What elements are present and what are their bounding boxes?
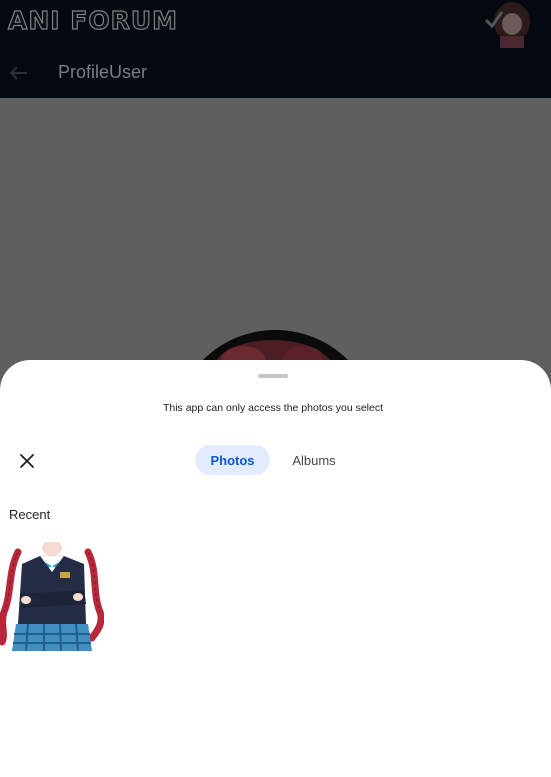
back-arrow-icon[interactable] — [10, 66, 28, 80]
close-icon — [20, 454, 34, 468]
close-button[interactable] — [14, 448, 40, 474]
section-label-recent: Recent — [9, 507, 51, 522]
photo-picker-sheet: This app can only access the photos you … — [0, 360, 551, 777]
access-notice: This app can only access the photos you … — [162, 402, 384, 414]
tab-photos[interactable]: Photos — [195, 445, 270, 475]
drag-handle[interactable] — [258, 374, 288, 378]
avatar-image — [482, 0, 540, 48]
anime-character-thumbnail-icon — [0, 542, 104, 651]
app-header: ANI FORUM ProfileUser — [0, 0, 551, 98]
header-avatar[interactable] — [482, 0, 540, 48]
tab-albums[interactable]: Albums — [280, 445, 348, 475]
page-title: ProfileUser — [58, 62, 148, 82]
app-logo: ANI FORUM — [7, 5, 179, 35]
photo-thumbnail[interactable] — [0, 542, 104, 651]
